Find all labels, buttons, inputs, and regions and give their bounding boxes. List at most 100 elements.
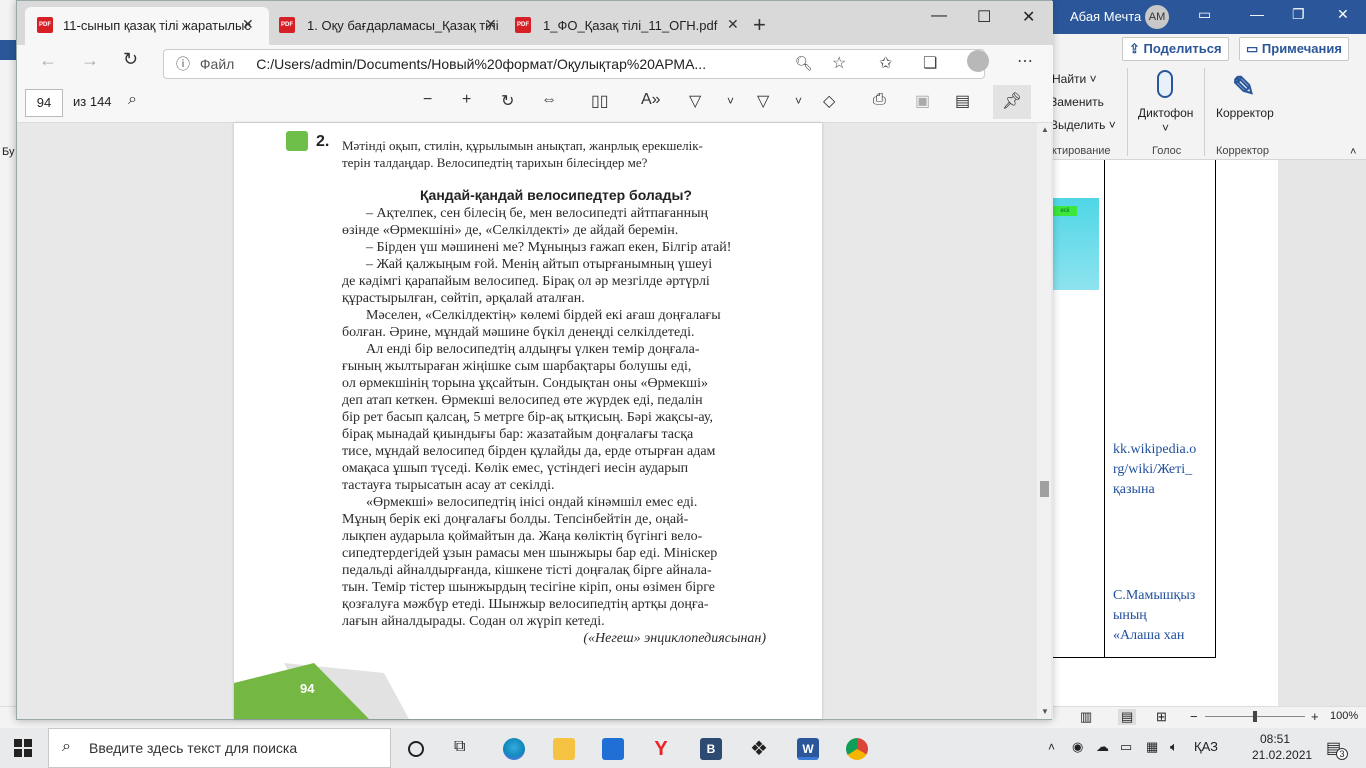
notification-count: 3 xyxy=(1336,748,1348,760)
volume-icon[interactable]: 🔈︎ xyxy=(1170,739,1178,755)
language-indicator[interactable]: ҚАЗ xyxy=(1194,739,1218,754)
taskbar: Введите здесь текст для поиска ⌕ ⧉ Y B ❖… xyxy=(0,728,1366,768)
avatar[interactable]: АМ xyxy=(1145,5,1169,29)
read-aloud-icon[interactable]: A» xyxy=(641,91,661,109)
fit-page-icon[interactable]: ⇔ xyxy=(541,91,557,109)
pin-toolbar-icon[interactable]: 📌︎ xyxy=(993,85,1031,119)
page-view-icon[interactable]: ▯▯ xyxy=(591,91,609,111)
save-icon[interactable]: ▣ xyxy=(915,91,930,111)
source-citation: («Негеш» энциклопедиясынан) xyxy=(583,631,766,646)
scroll-up-icon[interactable]: ▲ xyxy=(1041,125,1049,134)
more-icon[interactable]: ⋯ xyxy=(1017,51,1033,71)
zoom-slider-thumb[interactable] xyxy=(1253,711,1257,722)
minimize-icon[interactable]: — xyxy=(931,7,947,25)
text-line: де кәдімгі қарапайым велосипед. Бірақ ол… xyxy=(342,274,710,289)
chrome-icon[interactable] xyxy=(846,738,868,760)
print-layout-icon[interactable]: ▤ xyxy=(1118,709,1137,725)
text-line: Ал енді бір велосипедтің алдыңғы үлкен т… xyxy=(366,342,700,357)
mail-icon[interactable] xyxy=(602,738,624,760)
scrollbar[interactable] xyxy=(1037,123,1051,719)
yandex-icon[interactable]: Y xyxy=(650,738,672,760)
refresh-icon[interactable]: ↻ xyxy=(123,49,138,70)
zoom-level[interactable]: 100% xyxy=(1330,710,1358,722)
chevron-down-icon[interactable]: ˅ xyxy=(727,94,734,108)
close-window-icon[interactable]: ✕ xyxy=(1022,7,1035,27)
scroll-down-icon[interactable]: ▼ xyxy=(1041,707,1049,716)
find-button[interactable]: Найти ˅ xyxy=(1052,72,1097,86)
zoom-in-icon[interactable]: + xyxy=(462,91,471,109)
taskbar-search-input[interactable]: Введите здесь текст для поиска xyxy=(48,728,391,768)
restore-icon[interactable]: ❐ xyxy=(1292,6,1305,23)
text-line: бірақ мынадай қиындығы бар: жазатайым до… xyxy=(342,427,694,442)
text-line: бір рет басып қалсаң, 5 метрге бір-ақ ыт… xyxy=(342,410,713,425)
text-line: Мәселен, «Селкілдектің» көлемі бірдей ек… xyxy=(366,308,721,323)
collapse-ribbon-icon[interactable]: ˄ xyxy=(1350,146,1356,158)
group-corrector-label: Корректор xyxy=(1216,145,1269,157)
page-corner-decoration xyxy=(234,663,409,719)
zoom-in-icon[interactable]: + xyxy=(1311,709,1319,724)
cortana-icon[interactable] xyxy=(408,741,424,757)
close-tab-icon[interactable]: ✕ xyxy=(727,16,739,33)
close-icon[interactable]: ✕ xyxy=(1337,6,1349,23)
favorites-icon[interactable]: ✩ xyxy=(879,53,892,73)
edge-window: 11-сынып қазақ тілі жаратылыс PDF ✕ 1. О… xyxy=(16,0,1053,720)
tray-chevron-up-icon[interactable]: ˄ xyxy=(1048,740,1055,754)
highlight-icon[interactable]: ▽ xyxy=(757,91,769,111)
scrollbar-thumb[interactable] xyxy=(1040,481,1049,497)
task-view-icon[interactable]: ⧉ xyxy=(454,738,465,756)
chevron-down-icon[interactable]: ˅ xyxy=(1162,121,1169,135)
web-layout-icon[interactable]: ⊞ xyxy=(1156,709,1167,725)
maximize-icon[interactable]: ☐ xyxy=(977,7,991,27)
replace-button[interactable]: Заменить xyxy=(1050,95,1104,109)
zoom-out-icon[interactable]: − xyxy=(1190,709,1198,724)
microphone-icon[interactable] xyxy=(1157,70,1173,98)
notes-button[interactable]: ▭ Примечания xyxy=(1239,37,1349,61)
add-favorite-icon[interactable]: ☆ xyxy=(832,53,846,73)
draw-icon[interactable]: ▽ xyxy=(689,91,701,111)
app-b-icon[interactable]: B xyxy=(700,738,722,760)
word-icon[interactable]: W xyxy=(797,738,819,760)
tab-assessment[interactable]: 1_ФО_Қазақ тілі_11_ОГН.pdf xyxy=(505,7,745,45)
new-tab-icon[interactable]: + xyxy=(753,12,766,38)
share-button[interactable]: ⇪ Поделиться xyxy=(1122,37,1229,61)
save-as-icon[interactable]: ▤ xyxy=(955,91,970,111)
zoom-out-icon[interactable]: − xyxy=(423,91,432,109)
page-number-input[interactable]: 94 xyxy=(25,89,63,117)
wikipedia-link[interactable]: kk.wikipedia.o rg/wiki/Жеті_ қазына xyxy=(1113,440,1196,500)
search-icon[interactable]: ⌕ xyxy=(128,91,137,109)
read-mode-icon[interactable]: ▥ xyxy=(1080,709,1092,725)
address-bar[interactable]: ⓘ Файл C:/Users/admin/Documents/Новый%20… xyxy=(163,49,985,79)
tray-app-icon[interactable]: ◉ xyxy=(1072,739,1083,755)
battery-icon[interactable]: ▭ xyxy=(1120,739,1132,755)
corrector-button[interactable]: Корректор xyxy=(1216,106,1274,120)
page-total: из 144 xyxy=(73,94,112,109)
close-tab-icon[interactable]: ✕ xyxy=(485,16,497,33)
ribbon-display-icon[interactable]: ▭ xyxy=(1198,6,1211,23)
tab-curriculum[interactable]: 1. Оқу бағдарламасы_Қазақ тілі xyxy=(269,7,505,45)
text-line: педальді айналдырғанда, кішкене тісті до… xyxy=(342,563,712,578)
close-tab-icon[interactable]: ✕ xyxy=(242,16,254,33)
dropbox-icon[interactable]: ❖ xyxy=(748,738,770,760)
collections-icon[interactable]: ❏ xyxy=(923,53,937,73)
windows-start-icon[interactable] xyxy=(14,739,32,757)
tab-active-pdf[interactable]: 11-сынып қазақ тілі жаратылыс xyxy=(25,7,269,45)
chevron-down-icon[interactable]: ˅ xyxy=(795,94,802,108)
zoom-icon[interactable]: 🔍︎ xyxy=(795,55,813,72)
file-explorer-icon[interactable] xyxy=(553,738,575,760)
print-icon[interactable]: ⎙ xyxy=(873,91,886,109)
cloud-icon[interactable]: ☁ xyxy=(1096,739,1109,755)
network-icon[interactable]: ▦ xyxy=(1146,739,1158,755)
clock[interactable]: 08:51 21.02.2021 xyxy=(1252,731,1312,763)
dictate-button[interactable]: Диктофон xyxy=(1138,106,1193,120)
ribbon-divider xyxy=(1204,68,1205,156)
rotate-icon[interactable]: ↻ xyxy=(501,91,514,111)
forward-icon[interactable]: → xyxy=(81,50,99,71)
back-icon[interactable]: ← xyxy=(39,50,57,71)
profile-icon[interactable] xyxy=(967,50,989,72)
corrector-icon[interactable]: ✎ xyxy=(1232,70,1255,103)
minimize-icon[interactable]: — xyxy=(1250,6,1264,22)
text-line: – Ақтелпек, сен білесің бе, мен велосипе… xyxy=(366,206,709,221)
edge-icon[interactable] xyxy=(503,738,525,760)
select-button[interactable]: Выделить ˅ xyxy=(1050,118,1116,132)
erase-icon[interactable]: ◇ xyxy=(823,91,835,111)
